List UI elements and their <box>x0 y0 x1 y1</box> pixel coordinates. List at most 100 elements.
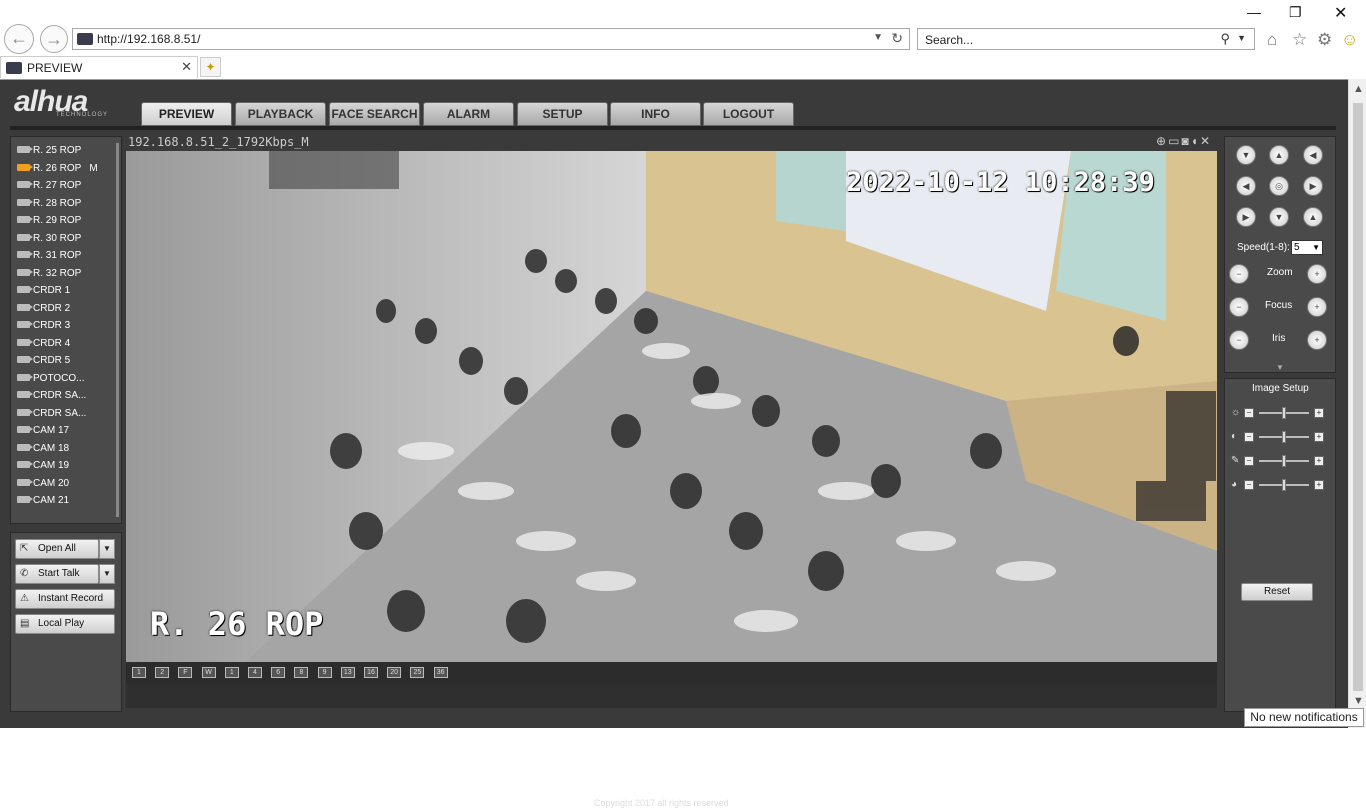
camera-item[interactable]: R. 32 ROP <box>17 266 117 282</box>
instant-record-button[interactable]: ⚠ Instant Record <box>15 589 115 609</box>
contrast-plus-button[interactable]: + <box>1314 432 1324 442</box>
close-tab-icon[interactable]: ✕ <box>181 59 192 75</box>
camera-item[interactable]: CRDR 1 <box>17 283 117 299</box>
tab-info[interactable]: INFO <box>610 102 701 126</box>
brightness-plus-button[interactable]: + <box>1314 408 1324 418</box>
layout-button[interactable]: 6 <box>271 667 286 678</box>
close-window-icon[interactable]: ✕ <box>1334 3 1347 23</box>
chevron-down-icon[interactable]: ▼ <box>873 32 883 43</box>
brightness-minus-button[interactable]: − <box>1244 408 1254 418</box>
ptz-up-button[interactable]: ▲ <box>1269 145 1289 165</box>
tab-setup[interactable]: SETUP <box>517 102 608 126</box>
speed-select[interactable]: 5 ▼ <box>1291 240 1323 255</box>
camera-item[interactable]: CAM 20 <box>17 476 117 492</box>
ptz-up-right-button[interactable]: ◀ <box>1303 145 1323 165</box>
camera-item[interactable]: R. 30 ROP <box>17 231 117 247</box>
search-icon[interactable]: ⚲ <box>1220 31 1230 47</box>
camera-item[interactable]: CRDR 3 <box>17 318 117 334</box>
open-all-button[interactable]: ⇱ Open All <box>15 539 99 559</box>
favorites-star-icon[interactable]: ☆ <box>1292 30 1307 50</box>
collapse-ptz-icon[interactable]: ▼ <box>1224 364 1336 372</box>
ptz-up-left-button[interactable]: ▼ <box>1236 145 1256 165</box>
scroll-up-icon[interactable]: ▲ <box>1353 83 1364 95</box>
close-video-icon[interactable]: ✕ <box>1200 134 1212 148</box>
ptz-down-right-button[interactable]: ▲ <box>1303 207 1323 227</box>
camera-item[interactable]: CAM 19 <box>17 458 117 474</box>
camera-item[interactable]: CRDR 5 <box>17 353 117 369</box>
browser-tab[interactable]: PREVIEW ✕ <box>0 56 198 78</box>
layout-button[interactable]: F <box>178 667 193 678</box>
zoom-plus-button[interactable]: + <box>1307 264 1327 284</box>
focus-plus-button[interactable]: + <box>1307 297 1327 317</box>
saturation-knob[interactable] <box>1282 455 1286 467</box>
zoom-minus-button[interactable]: − <box>1229 264 1249 284</box>
layout-button[interactable]: 36 <box>433 667 448 678</box>
page-scrollbar[interactable]: ▲ ▼ <box>1348 79 1366 728</box>
home-icon[interactable]: ⌂ <box>1267 30 1277 50</box>
camera-icon[interactable]: ◙ <box>1181 134 1190 148</box>
ptz-down-button[interactable]: ▼ <box>1269 207 1289 227</box>
address-bar[interactable]: http://192.168.8.51/ ▼ ↻ <box>72 28 910 50</box>
camera-item[interactable]: R. 29 ROP <box>17 213 117 229</box>
saturation-slider[interactable]: ✎ − + <box>1231 455 1331 467</box>
back-button[interactable]: ← <box>4 24 34 54</box>
layout-button[interactable]: W <box>201 667 216 678</box>
contrast-slider[interactable]: ◐ − + <box>1231 431 1331 443</box>
ptz-down-left-button[interactable]: ▶ <box>1236 207 1256 227</box>
ptz-center-button[interactable]: ◎ <box>1269 176 1289 196</box>
camera-item[interactable]: CAM 17 <box>17 423 117 439</box>
camera-item[interactable]: CRDR 2 <box>17 301 117 317</box>
layout-button[interactable]: 2 <box>155 667 170 678</box>
search-input[interactable]: Search... ⚲ ▼ <box>917 28 1255 50</box>
tab-playback[interactable]: PLAYBACK <box>235 102 326 126</box>
minimize-icon[interactable]: — <box>1247 4 1261 20</box>
camera-item[interactable]: R. 28 ROP <box>17 196 117 212</box>
camera-item[interactable]: CRDR SA... <box>17 406 117 422</box>
layout-button[interactable]: 13 <box>340 667 355 678</box>
contrast-minus-button[interactable]: − <box>1244 432 1254 442</box>
layout-button[interactable]: 9 <box>317 667 332 678</box>
audio-icon[interactable]: ◖ <box>1191 134 1200 148</box>
camera-item[interactable]: POTOCO... <box>17 371 117 387</box>
forward-button[interactable]: → <box>40 25 68 53</box>
smiley-feedback-icon[interactable]: ☺ <box>1341 30 1358 50</box>
refresh-icon[interactable]: ↻ <box>891 30 903 47</box>
reset-button[interactable]: Reset <box>1241 583 1313 601</box>
zoom-icon[interactable]: ⊕ <box>1156 134 1168 148</box>
live-video[interactable]: 2022-10-12 10:28:39 R. 26 ROP <box>126 151 1217 662</box>
layout-button[interactable]: 1 <box>132 667 146 678</box>
camera-item[interactable]: CAM 21 <box>17 493 117 509</box>
camera-item[interactable]: CRDR SA... <box>17 388 117 404</box>
layout-button[interactable]: 4 <box>248 667 262 678</box>
iris-minus-button[interactable]: − <box>1229 330 1249 350</box>
camera-item[interactable]: CRDR 4 <box>17 336 117 352</box>
tab-logout[interactable]: LOGOUT <box>703 102 794 126</box>
camera-item[interactable]: CAM 18 <box>17 441 117 457</box>
ptz-left-button[interactable]: ◀ <box>1236 176 1256 196</box>
tab-face-search[interactable]: FACE SEARCH <box>329 102 420 126</box>
open-all-dropdown[interactable]: ▼ <box>99 539 115 559</box>
start-talk-dropdown[interactable]: ▼ <box>99 564 115 584</box>
hue-plus-button[interactable]: + <box>1314 480 1324 490</box>
camera-item[interactable]: R. 31 ROP <box>17 248 117 264</box>
restore-icon[interactable]: ❐ <box>1289 4 1302 21</box>
hue-slider[interactable]: ◕ − + <box>1231 479 1331 491</box>
contrast-knob[interactable] <box>1282 431 1286 443</box>
scroll-thumb[interactable] <box>1353 103 1363 691</box>
camera-item[interactable]: R. 27 ROP <box>17 178 117 194</box>
new-tab-button[interactable]: ✦ <box>200 57 221 77</box>
brightness-slider[interactable]: ☼ − + <box>1231 407 1331 419</box>
hue-knob[interactable] <box>1282 479 1286 491</box>
tab-alarm[interactable]: ALARM <box>423 102 514 126</box>
hue-minus-button[interactable]: − <box>1244 480 1254 490</box>
gear-icon[interactable]: ⚙ <box>1317 30 1332 50</box>
camera-item[interactable]: R. 25 ROP <box>17 143 117 159</box>
start-talk-button[interactable]: ✆ Start Talk <box>15 564 99 584</box>
layout-button[interactable]: 8 <box>294 667 309 678</box>
camera-item[interactable]: R. 26 ROP M <box>17 161 117 177</box>
scroll-down-icon[interactable]: ▼ <box>1353 695 1364 707</box>
layout-button[interactable]: 20 <box>387 667 402 678</box>
ptz-right-button[interactable]: ▶ <box>1303 176 1323 196</box>
tab-preview[interactable]: PREVIEW <box>141 102 232 126</box>
layout-button[interactable]: 1 <box>224 667 239 678</box>
